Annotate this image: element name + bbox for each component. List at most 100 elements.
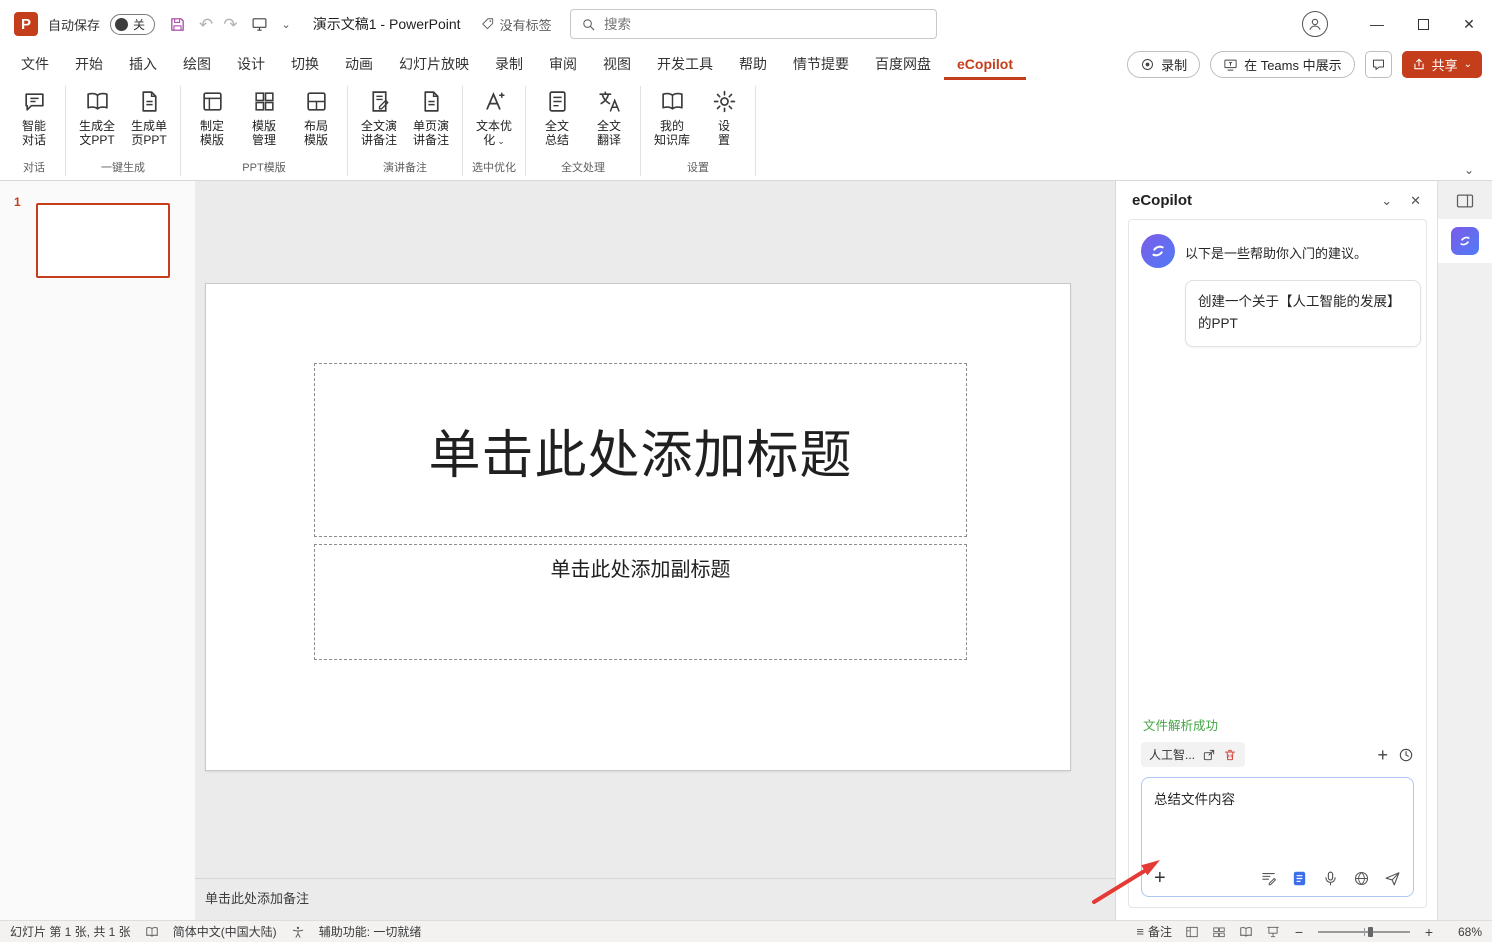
group-divider bbox=[755, 86, 756, 176]
zoom-level[interactable]: 68% bbox=[1448, 925, 1482, 939]
send-icon[interactable] bbox=[1384, 870, 1401, 887]
copilot-avatar bbox=[1141, 234, 1175, 268]
subtitle-placeholder[interactable]: 单击此处添加副标题 bbox=[314, 544, 967, 660]
tab-draw[interactable]: 绘图 bbox=[170, 48, 224, 80]
present-from-start-button[interactable] bbox=[248, 12, 272, 36]
zoom-slider-thumb[interactable] bbox=[1368, 927, 1373, 937]
group-label-settings: 设置 bbox=[687, 156, 709, 180]
ribbon-item-manage-template[interactable]: 模版管理 bbox=[239, 82, 289, 147]
ribbon-item-full-speech-notes[interactable]: 全文演讲备注 bbox=[354, 82, 404, 147]
document-tag[interactable]: 没有标签 bbox=[481, 15, 552, 34]
ribbon-item-generate-full-ppt[interactable]: 生成全文PPT bbox=[72, 82, 122, 147]
person-icon bbox=[1307, 16, 1323, 32]
greeting-text: 以下是一些帮助你入门的建议。 bbox=[1185, 234, 1367, 262]
ribbon-item-settings[interactable]: 设置 bbox=[699, 82, 749, 147]
ribbon-item-generate-single-ppt[interactable]: 生成单页PPT bbox=[124, 82, 174, 147]
slideshow-view-button[interactable] bbox=[1266, 925, 1280, 939]
share-button[interactable]: 共享 ⌄ bbox=[1402, 51, 1482, 78]
ribbon-item-full-translate[interactable]: 全文翻译 bbox=[584, 82, 634, 147]
fulltext-ppt-icon bbox=[85, 89, 110, 114]
ribbon-group-one-click: 生成全文PPT 生成单页PPT 一键生成 bbox=[67, 82, 179, 180]
tab-developer[interactable]: 开发工具 bbox=[644, 48, 726, 80]
tab-view[interactable]: 视图 bbox=[590, 48, 644, 80]
tab-ecopilot[interactable]: eCopilot bbox=[944, 48, 1026, 80]
prompt-template-icon[interactable] bbox=[1260, 870, 1277, 887]
panel-collapse-chevron-icon[interactable]: ⌄ bbox=[1381, 194, 1392, 207]
present-in-teams-button[interactable]: 在 Teams 中展示 bbox=[1210, 51, 1355, 78]
zoom-slider[interactable] bbox=[1318, 926, 1410, 938]
ribbon-item-full-summary[interactable]: 全文总结 bbox=[532, 82, 582, 147]
group-label-speech-notes: 演讲备注 bbox=[383, 156, 427, 180]
ribbon-item-create-template[interactable]: 制定模版 bbox=[187, 82, 237, 147]
tab-insert[interactable]: 插入 bbox=[116, 48, 170, 80]
tab-transitions[interactable]: 切换 bbox=[278, 48, 332, 80]
delete-file-icon[interactable] bbox=[1223, 748, 1237, 762]
attach-plus-icon[interactable]: + bbox=[1154, 868, 1166, 888]
ecopilot-header: eCopilot ⌄ ✕ bbox=[1116, 181, 1437, 219]
attached-document-icon[interactable] bbox=[1291, 870, 1308, 887]
autosave-toggle[interactable]: 关 bbox=[110, 14, 155, 35]
copilot-input-box: 总结文件内容 + bbox=[1141, 777, 1414, 897]
group-label-selection-optimize: 选中优化 bbox=[472, 156, 516, 180]
zoom-out-button[interactable]: − bbox=[1293, 925, 1305, 939]
slide-sorter-view-button[interactable] bbox=[1212, 925, 1226, 939]
collapse-ribbon-chevron-icon[interactable]: ⌄ bbox=[1464, 163, 1474, 177]
ribbon-item-smart-chat[interactable]: 智能对话 bbox=[9, 82, 59, 147]
search-input[interactable] bbox=[604, 17, 926, 32]
tab-review[interactable]: 审阅 bbox=[536, 48, 590, 80]
singlepage-ppt-icon bbox=[137, 89, 162, 114]
web-globe-icon[interactable] bbox=[1353, 870, 1370, 887]
language-status[interactable]: 简体中文(中国大陆) bbox=[173, 923, 277, 940]
file-chip[interactable]: 人工智... bbox=[1141, 742, 1245, 767]
notes-pane[interactable]: 单击此处添加备注 bbox=[195, 878, 1115, 920]
ribbon-item-my-knowledge[interactable]: 我的知识库 bbox=[647, 82, 697, 147]
history-clock-icon[interactable] bbox=[1398, 747, 1414, 763]
undo-button[interactable]: ↶ bbox=[199, 16, 213, 33]
tab-baidu-netdisk[interactable]: 百度网盘 bbox=[862, 48, 944, 80]
attachment-row: 人工智... + bbox=[1141, 742, 1414, 767]
create-template-icon bbox=[200, 89, 225, 114]
record-button[interactable]: 录制 bbox=[1127, 51, 1200, 78]
tab-home[interactable]: 开始 bbox=[62, 48, 116, 80]
microphone-icon[interactable] bbox=[1322, 870, 1339, 887]
account-avatar[interactable] bbox=[1302, 11, 1328, 37]
group-divider bbox=[347, 86, 348, 176]
comments-button[interactable] bbox=[1365, 51, 1392, 78]
ecopilot-sidebar-button[interactable] bbox=[1438, 219, 1492, 263]
ribbon-item-layout-template[interactable]: 布局模版 bbox=[291, 82, 341, 147]
group-divider bbox=[65, 86, 66, 176]
minimize-button[interactable]: — bbox=[1354, 0, 1400, 48]
export-file-icon[interactable] bbox=[1202, 748, 1216, 762]
slide-thumbnail[interactable] bbox=[36, 203, 170, 278]
suggestion-card[interactable]: 创建一个关于【人工智能的发展】的PPT bbox=[1185, 280, 1421, 347]
slide[interactable]: 单击此处添加标题 单击此处添加副标题 bbox=[205, 283, 1071, 771]
tab-file[interactable]: 文件 bbox=[8, 48, 62, 80]
new-chat-plus-icon[interactable]: + bbox=[1377, 746, 1388, 764]
search-box[interactable] bbox=[570, 9, 937, 39]
close-button[interactable]: ✕ bbox=[1446, 0, 1492, 48]
title-placeholder[interactable]: 单击此处添加标题 bbox=[314, 363, 967, 537]
accessibility-status[interactable]: 辅助功能: 一切就绪 bbox=[319, 923, 422, 940]
notes-toggle[interactable]: ≡ 备注 bbox=[1136, 923, 1172, 940]
document-title: 演示文稿1 - PowerPoint bbox=[313, 14, 461, 34]
tab-record[interactable]: 录制 bbox=[482, 48, 536, 80]
customize-quick-access-chevron-icon[interactable]: ⌄ bbox=[282, 18, 291, 31]
spellcheck-icon[interactable] bbox=[145, 925, 159, 939]
copilot-input[interactable]: 总结文件内容 bbox=[1154, 788, 1401, 868]
tab-help[interactable]: 帮助 bbox=[726, 48, 780, 80]
tab-slideshow[interactable]: 幻灯片放映 bbox=[386, 48, 482, 80]
normal-view-button[interactable] bbox=[1185, 925, 1199, 939]
file-chip-label: 人工智... bbox=[1149, 746, 1195, 763]
tab-storyboard[interactable]: 情节提要 bbox=[780, 48, 862, 80]
tab-design[interactable]: 设计 bbox=[224, 48, 278, 80]
ribbon-item-text-optimize[interactable]: 文本优化⌄ bbox=[469, 82, 519, 148]
redo-button[interactable]: ↷ bbox=[223, 16, 237, 33]
tab-animations[interactable]: 动画 bbox=[332, 48, 386, 80]
ribbon-item-single-speech-notes[interactable]: 单页演讲备注 bbox=[406, 82, 456, 147]
reading-view-button[interactable] bbox=[1239, 925, 1253, 939]
maximize-button[interactable] bbox=[1400, 0, 1446, 48]
panel-close-icon[interactable]: ✕ bbox=[1410, 194, 1421, 207]
save-button[interactable] bbox=[165, 12, 189, 36]
zoom-in-button[interactable]: + bbox=[1423, 925, 1435, 939]
properties-panel-icon[interactable] bbox=[1455, 191, 1475, 211]
